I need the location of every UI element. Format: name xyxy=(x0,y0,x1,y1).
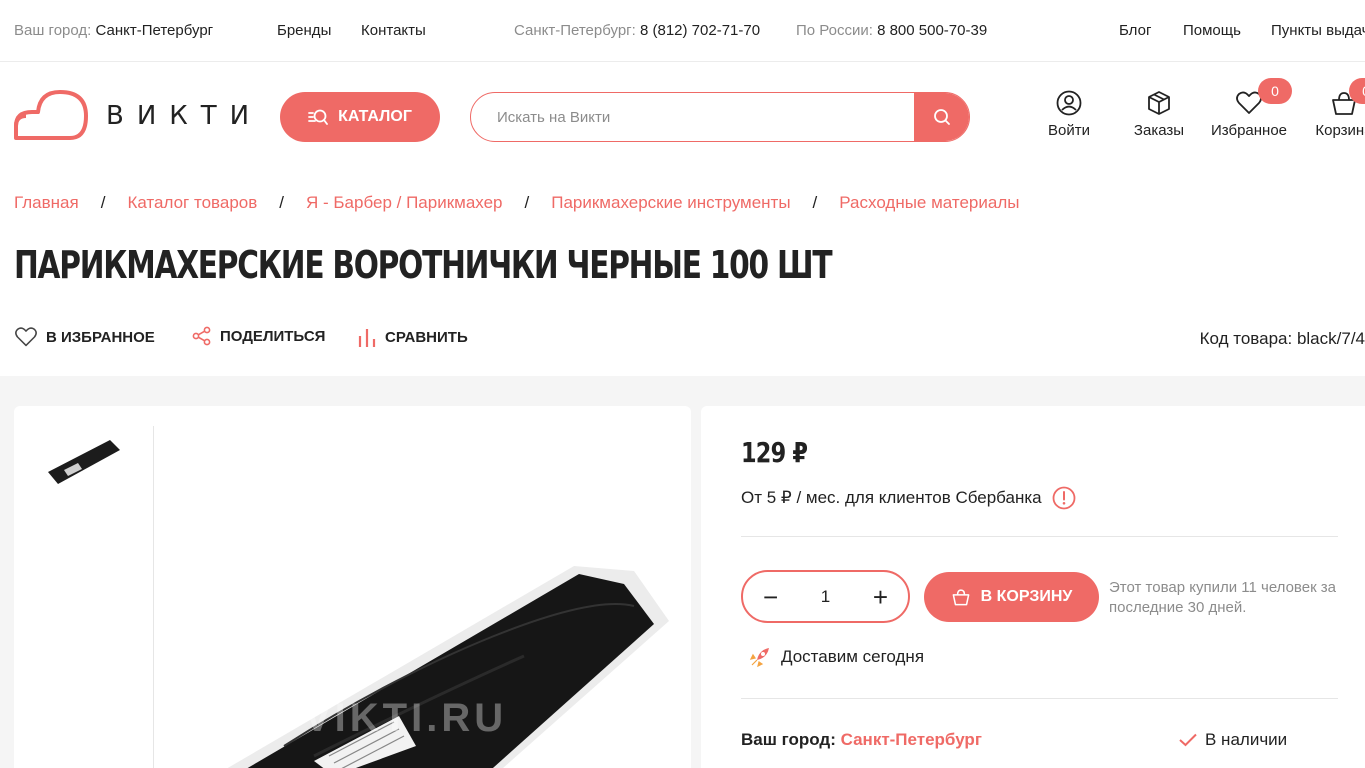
gallery-thumbnail[interactable] xyxy=(44,432,124,492)
cart-label: Корзина xyxy=(1315,122,1365,139)
sku-value: black/7/4 xyxy=(1296,329,1365,348)
page-title: ПАРИКМАХЕРСКИЕ ВОРОТНИЧКИ ЧЕРНЫЕ 100 ШТ xyxy=(14,243,833,287)
share-button[interactable]: ПОДЕЛИТЬСЯ xyxy=(192,326,325,346)
city-value[interactable]: Санкт-Петербург xyxy=(95,22,213,39)
breadcrumb-item-catalog[interactable]: Каталог товаров xyxy=(127,193,257,212)
add-to-cart-label: В КОРЗИНУ xyxy=(980,588,1073,605)
breadcrumb-item-home[interactable]: Главная xyxy=(14,193,79,212)
user-icon xyxy=(1056,90,1082,116)
spb-phone-label: Санкт-Петербург: xyxy=(514,22,636,39)
city-selector[interactable]: Ваш город: Санкт-Петербург xyxy=(14,22,213,39)
divider xyxy=(741,698,1338,699)
compare-chart-icon xyxy=(358,329,376,347)
product-thumbnail-image xyxy=(48,440,120,484)
product-gallery: VIKTI.RU xyxy=(14,406,691,768)
breadcrumb-separator: / xyxy=(279,193,284,212)
city-label: Ваш город: xyxy=(14,22,92,39)
delivery-city-value[interactable]: Санкт-Петербург xyxy=(841,730,982,749)
purchase-panel: 129 ₽ От 5 ₽ / мес. для клиентов Сбербан… xyxy=(701,406,1365,768)
gallery-divider xyxy=(153,426,154,768)
basket-icon xyxy=(952,589,970,606)
add-to-favorites-button[interactable]: В ИЗБРАННОЕ xyxy=(14,326,155,348)
logo-mark-icon xyxy=(14,90,88,140)
russia-phone-block: По России: 8 800 500-70-39 xyxy=(796,22,987,39)
compare-label: СРАВНИТЬ xyxy=(385,328,468,346)
favorites-button[interactable]: Избранное 0 xyxy=(1208,78,1292,139)
breadcrumb: Главная / Каталог товаров / Я - Барбер / Пар… xyxy=(14,193,1019,213)
russia-phone[interactable]: 8 800 500-70-39 xyxy=(877,22,987,39)
orders-button[interactable]: Заказы xyxy=(1131,90,1187,139)
blog-link[interactable]: Блог xyxy=(1119,22,1151,39)
divider xyxy=(741,536,1338,537)
breadcrumb-item-consumables[interactable]: Расходные материалы xyxy=(839,193,1019,212)
delivery-info: Доставим сегодня xyxy=(749,646,924,668)
favorites-label: Избранное xyxy=(1210,122,1288,139)
quantity-value[interactable]: 1 xyxy=(821,587,830,607)
search-input[interactable] xyxy=(471,93,916,141)
breadcrumb-separator: / xyxy=(100,193,106,212)
increase-quantity-button[interactable]: + xyxy=(873,584,888,610)
sku-label: Код товара: xyxy=(1199,329,1293,348)
pickup-points-link[interactable]: Пункты выдачи xyxy=(1271,22,1365,39)
spb-phone-block: Санкт-Петербург: 8 (812) 702-71-70 xyxy=(514,22,760,39)
logo-text: ВИКТИ xyxy=(106,101,263,131)
watermark: VIKTI.RU xyxy=(304,696,508,740)
add-to-favorites-label: В ИЗБРАННОЕ xyxy=(46,328,155,346)
product-price: 129 ₽ xyxy=(741,436,808,469)
catalog-button[interactable]: КАТАЛОГ xyxy=(280,92,440,142)
credit-offer: От 5 ₽ / мес. для клиентов Сбербанка xyxy=(741,486,1076,510)
add-to-cart-button[interactable]: В КОРЗИНУ xyxy=(924,572,1099,622)
box-icon xyxy=(1148,91,1170,115)
login-label: Войти xyxy=(1048,122,1090,139)
breadcrumb-item-barber[interactable]: Я - Барбер / Парикмахер xyxy=(306,193,503,212)
search-icon xyxy=(933,109,950,125)
russia-phone-label: По России: xyxy=(796,22,873,39)
breadcrumb-item-tools[interactable]: Парикмахерские инструменты xyxy=(551,193,790,212)
contacts-link[interactable]: Контакты xyxy=(361,22,426,39)
share-label: ПОДЕЛИТЬСЯ xyxy=(220,327,326,345)
delivery-city: Ваш город: Санкт-Петербург xyxy=(741,730,982,750)
product-sku: Код товара: black/7/4 xyxy=(1200,329,1365,349)
orders-label: Заказы xyxy=(1133,122,1185,139)
search-button[interactable] xyxy=(914,93,969,141)
quantity-stepper: − 1 + xyxy=(741,570,910,623)
rocket-icon xyxy=(749,648,769,668)
share-icon xyxy=(192,326,211,346)
info-alert-icon[interactable] xyxy=(1052,486,1076,510)
catalog-search-icon xyxy=(308,109,329,125)
stock-label: В наличии xyxy=(1205,730,1288,749)
site-logo[interactable]: ВИКТИ xyxy=(14,88,249,144)
cart-button[interactable]: Корзина 0 xyxy=(1309,78,1365,139)
stock-status: В наличии xyxy=(1179,730,1287,750)
top-bar: Ваш город: Санкт-Петербург Бренды Контак… xyxy=(0,0,1365,62)
catalog-label: КАТАЛОГ xyxy=(338,108,412,125)
heart-outline-icon xyxy=(15,327,37,347)
delivery-city-label: Ваш город: xyxy=(741,730,836,749)
search-bar xyxy=(470,92,970,142)
spb-phone[interactable]: 8 (812) 702-71-70 xyxy=(640,22,760,39)
decrease-quantity-button[interactable]: − xyxy=(763,584,778,610)
credit-offer-text: От 5 ₽ / мес. для клиентов Сбербанка xyxy=(741,488,1042,507)
delivery-text: Доставим сегодня xyxy=(781,647,925,666)
compare-button[interactable]: СРАВНИТЬ xyxy=(357,326,468,348)
purchase-stats: Этот товар купили 11 человек за последни… xyxy=(1109,579,1337,616)
check-icon xyxy=(1179,733,1197,747)
help-link[interactable]: Помощь xyxy=(1183,22,1241,39)
breadcrumb-separator: / xyxy=(812,193,818,212)
product-main-image[interactable]: VIKTI.RU xyxy=(194,556,674,768)
breadcrumb-separator: / xyxy=(524,193,530,212)
brands-link[interactable]: Бренды xyxy=(277,22,331,39)
login-button[interactable]: Войти xyxy=(1040,90,1098,139)
favorites-count-badge: 0 xyxy=(1258,78,1292,104)
